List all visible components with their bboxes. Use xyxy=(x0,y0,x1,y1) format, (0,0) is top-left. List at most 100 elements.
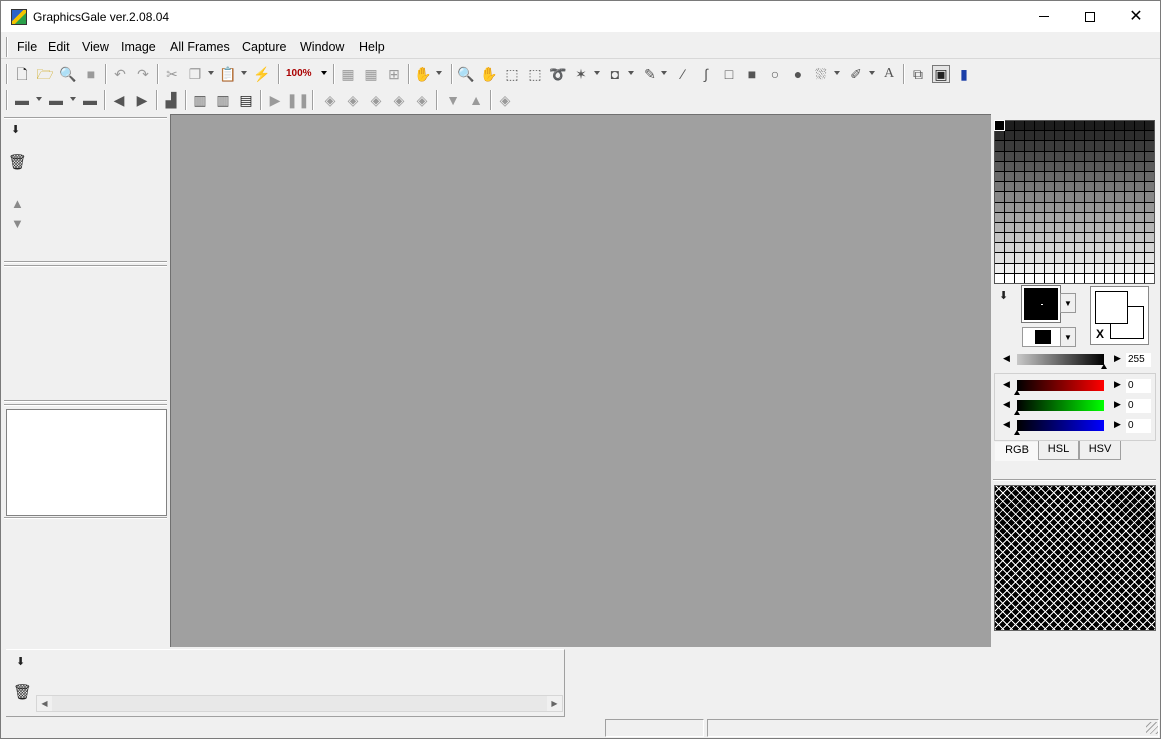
palette-swatch[interactable] xyxy=(1065,253,1074,263)
undo-icon[interactable]: ↶ xyxy=(111,65,129,83)
palette-swatch[interactable] xyxy=(1075,233,1084,243)
palette-swatch[interactable] xyxy=(995,141,1004,151)
palette-swatch[interactable] xyxy=(1045,202,1054,212)
palette-swatch[interactable] xyxy=(1135,233,1144,243)
palette-swatch[interactable] xyxy=(1005,253,1014,263)
palette-swatch[interactable] xyxy=(1095,212,1104,222)
line-icon[interactable]: ∕ xyxy=(674,65,692,83)
red-thumb[interactable] xyxy=(1014,390,1020,395)
fg-swatch[interactable] xyxy=(1095,291,1128,324)
palette-swatch[interactable] xyxy=(1085,131,1094,141)
palette-swatch[interactable] xyxy=(1045,171,1054,182)
trash-icon[interactable]: 🗑 xyxy=(13,683,32,701)
palette-swatch[interactable] xyxy=(1015,243,1024,253)
palette-swatch[interactable] xyxy=(1145,141,1154,151)
palette-swatch[interactable] xyxy=(1145,233,1154,243)
green-thumb[interactable] xyxy=(1014,410,1020,415)
palette-swatch[interactable] xyxy=(1105,222,1114,233)
frames-icon[interactable]: ⧉ xyxy=(909,65,927,83)
palette-swatch[interactable] xyxy=(1065,151,1074,161)
palette-swatch[interactable] xyxy=(1085,263,1094,273)
palette-swatch[interactable] xyxy=(1075,212,1084,222)
palette-swatch[interactable] xyxy=(1045,121,1054,131)
palette-swatch[interactable] xyxy=(1085,182,1094,192)
palette-swatch[interactable] xyxy=(1095,273,1104,283)
palette-swatch[interactable] xyxy=(1135,161,1144,171)
palette-swatch[interactable] xyxy=(1065,222,1074,233)
palette-swatch[interactable] xyxy=(1105,212,1114,222)
palette-swatch[interactable] xyxy=(1015,263,1024,273)
palette-swatch[interactable] xyxy=(1095,202,1104,212)
ellipse-icon[interactable]: ○ xyxy=(766,65,784,83)
stamp-dropdown-icon[interactable] xyxy=(628,71,634,75)
frame-copy2-icon[interactable]: ▥ xyxy=(214,91,232,109)
palette-swatch[interactable] xyxy=(1105,192,1114,202)
filled-ellipse-icon[interactable]: ● xyxy=(789,65,807,83)
curve-icon[interactable]: ∫ xyxy=(697,65,715,83)
palette-swatch[interactable] xyxy=(1055,263,1064,273)
palette-swatch[interactable] xyxy=(1145,202,1154,212)
palette-swatch[interactable] xyxy=(995,212,1004,222)
red-left-arrow-icon[interactable]: ◀ xyxy=(1003,379,1010,390)
palette-swatch[interactable] xyxy=(1145,263,1154,273)
palette-swatch[interactable] xyxy=(1055,212,1064,222)
palette-swatch[interactable] xyxy=(1075,222,1084,233)
palette-swatch[interactable] xyxy=(1025,243,1034,253)
palette-swatch[interactable] xyxy=(995,202,1004,212)
palette-swatch[interactable] xyxy=(1035,131,1044,141)
palette-swatch[interactable] xyxy=(1035,121,1044,131)
palette-swatch[interactable] xyxy=(1065,171,1074,182)
palette-swatch[interactable] xyxy=(1145,171,1154,182)
frame-new-dropdown-icon[interactable] xyxy=(36,97,42,101)
palette-swatch[interactable] xyxy=(1115,212,1124,222)
fill-icon[interactable]: ⛆ xyxy=(812,65,830,83)
palette-swatch[interactable] xyxy=(1025,121,1034,131)
palette-swatch[interactable] xyxy=(1005,263,1014,273)
palette-swatch[interactable] xyxy=(1075,182,1084,192)
palette-swatch[interactable] xyxy=(1015,273,1024,283)
alpha-slider[interactable] xyxy=(1017,354,1104,365)
palette-swatch[interactable] xyxy=(1055,233,1064,243)
palette-swatch[interactable] xyxy=(1035,253,1044,263)
stamp-icon[interactable]: ◘ xyxy=(606,65,624,83)
rect-select-icon[interactable]: ⬚ xyxy=(503,65,521,83)
layer-new-icon[interactable]: ◈ xyxy=(321,91,339,109)
palette-swatch[interactable] xyxy=(1135,273,1144,283)
palette-swatch[interactable] xyxy=(995,151,1004,161)
alpha-left-arrow-icon[interactable]: ◀ xyxy=(1003,353,1010,364)
green-right-arrow-icon[interactable]: ▶ xyxy=(1114,399,1121,410)
red-value[interactable]: 0 xyxy=(1126,379,1151,393)
palette-swatch[interactable] xyxy=(1025,141,1034,151)
palette-swatch[interactable] xyxy=(1095,121,1104,131)
palette-swatch[interactable] xyxy=(1135,202,1144,212)
palette-swatch[interactable] xyxy=(1045,151,1054,161)
rect-icon[interactable]: □ xyxy=(720,65,738,83)
filled-rect-icon[interactable]: ■ xyxy=(743,65,761,83)
menu-edit[interactable]: Edit xyxy=(48,40,70,54)
palette-swatch[interactable] xyxy=(1125,141,1134,151)
stop-icon[interactable]: ■ xyxy=(82,65,100,83)
palette-swatch[interactable] xyxy=(1145,161,1154,171)
palette-swatch[interactable] xyxy=(1105,161,1114,171)
fg-dropdown-icon[interactable]: ▼ xyxy=(1060,293,1076,313)
palette-swatch[interactable] xyxy=(1105,131,1114,141)
palette-swatch[interactable] xyxy=(1105,171,1114,182)
palette-swatch[interactable] xyxy=(1005,161,1014,171)
wand-dropdown-icon[interactable] xyxy=(594,71,600,75)
palette-swatch[interactable] xyxy=(1115,151,1124,161)
palette-swatch[interactable] xyxy=(1125,192,1134,202)
palette-swatch[interactable] xyxy=(1025,171,1034,182)
magnifier-icon[interactable]: 🔍 xyxy=(59,65,77,83)
alpha-right-arrow-icon[interactable]: ▶ xyxy=(1114,353,1121,364)
palette-swatch[interactable] xyxy=(1085,212,1094,222)
palette-swatch[interactable] xyxy=(995,131,1004,141)
palette-swatch[interactable] xyxy=(1025,253,1034,263)
foreground-color-swatch[interactable] xyxy=(1021,285,1061,323)
palette-swatch[interactable] xyxy=(1035,212,1044,222)
prev-frame-icon[interactable]: ◀ xyxy=(110,91,128,109)
palette-swatch[interactable] xyxy=(1125,273,1134,283)
copy-icon[interactable]: ❐ xyxy=(186,65,204,83)
palette-swatch[interactable] xyxy=(1085,141,1094,151)
blue-left-arrow-icon[interactable]: ◀ xyxy=(1003,419,1010,430)
palette-swatch[interactable] xyxy=(1015,182,1024,192)
